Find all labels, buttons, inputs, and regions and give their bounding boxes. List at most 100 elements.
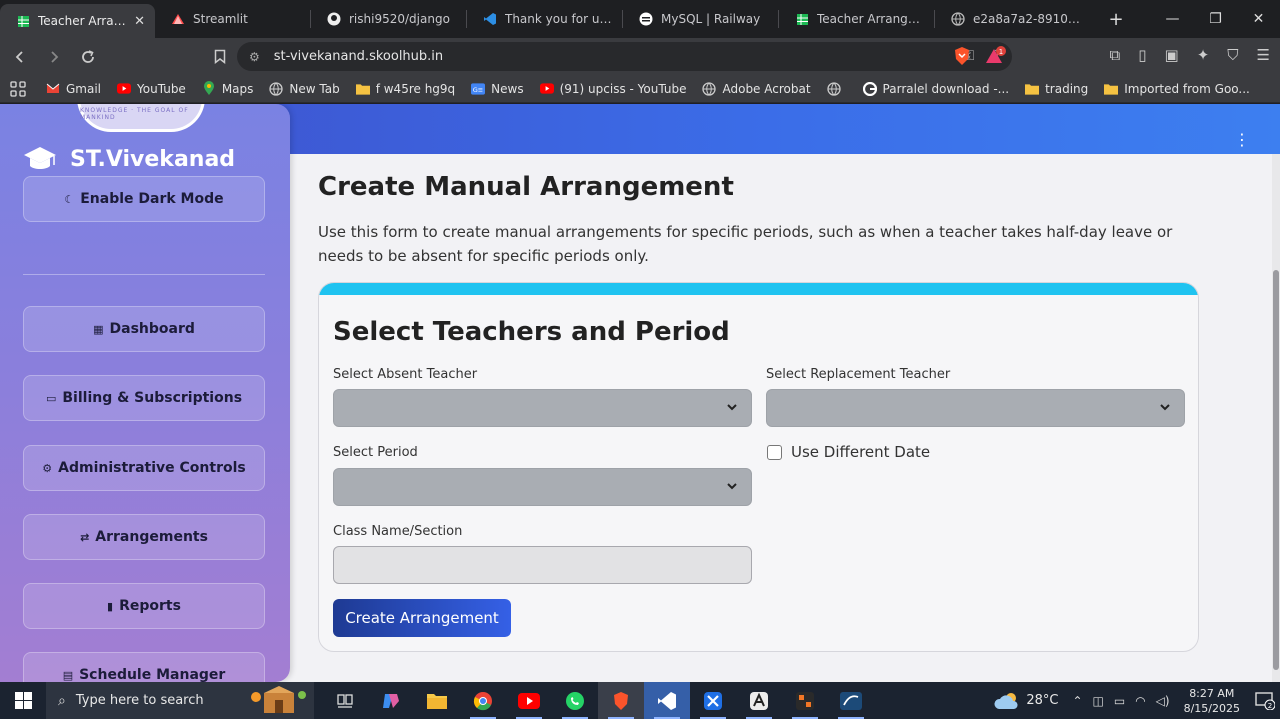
- different-date-checkbox[interactable]: [767, 444, 782, 460]
- chevron-down-icon: [727, 404, 737, 411]
- class-section-input[interactable]: [333, 546, 752, 584]
- close-icon[interactable]: ✕: [134, 14, 145, 29]
- bookmark-gmail[interactable]: Gmail: [46, 82, 101, 96]
- windows-start-icon[interactable]: [0, 682, 46, 719]
- forward-arrow-icon[interactable]: [40, 43, 68, 71]
- chrome-icon[interactable]: [460, 682, 506, 719]
- dark-mode-button[interactable]: ☾ Enable Dark Mode: [23, 176, 265, 222]
- back-arrow-icon[interactable]: [6, 43, 34, 71]
- battery-icon[interactable]: ▭: [1114, 694, 1125, 708]
- mysql-workbench-icon[interactable]: [828, 682, 874, 719]
- globe-icon: [826, 81, 841, 96]
- youtube-app-icon[interactable]: [506, 682, 552, 719]
- google-icon: [862, 81, 877, 96]
- admin-icon: ⚙: [42, 461, 53, 475]
- gmail-icon: [46, 82, 60, 96]
- brave-shields-icon[interactable]: [952, 46, 972, 66]
- reload-icon[interactable]: [74, 43, 102, 71]
- globe-icon: [702, 81, 717, 96]
- card-accent-bar: [319, 283, 1198, 295]
- new-tab-button[interactable]: +: [1104, 9, 1128, 30]
- main-content: Create Manual Arrangement Use this form …: [318, 172, 1218, 268]
- weather-widget[interactable]: 28°C: [994, 692, 1058, 710]
- tab-teacher-arrangement-2[interactable]: Teacher Arrangement: [779, 0, 934, 38]
- bookmark-maps[interactable]: Maps: [202, 81, 253, 96]
- menu-icon[interactable]: ☰: [1257, 46, 1270, 64]
- svg-text:2: 2: [1268, 702, 1272, 710]
- font-app-icon[interactable]: [736, 682, 782, 719]
- sidebar-item-billing[interactable]: ▭ Billing & Subscriptions: [23, 375, 265, 421]
- brave-rewards-icon[interactable]: 1: [985, 46, 1006, 66]
- news-icon: G≡: [471, 82, 486, 96]
- railway-icon: [639, 12, 653, 26]
- sparkle-icon[interactable]: ✦: [1197, 46, 1210, 64]
- restore-icon[interactable]: ❐: [1194, 0, 1237, 38]
- sidebar-item-admin[interactable]: ⚙ Administrative Controls: [23, 445, 265, 491]
- kebab-menu-icon[interactable]: ⋮: [1234, 132, 1250, 148]
- site-settings-icon[interactable]: ⚙: [249, 50, 260, 64]
- bookmark-icon[interactable]: [206, 43, 234, 71]
- bookmark-new-tab[interactable]: New Tab: [269, 82, 340, 96]
- brand-name: ST.Vivekanad: [70, 146, 236, 172]
- url-text: st-vivekanand.skoolhub.in: [273, 49, 444, 64]
- close-window-icon[interactable]: ✕: [1237, 0, 1280, 38]
- create-arrangement-button[interactable]: Create Arrangement: [333, 599, 511, 637]
- scrollbar-thumb[interactable]: [1273, 270, 1279, 670]
- bookmark-trading[interactable]: trading: [1025, 82, 1088, 96]
- task-view-icon[interactable]: [322, 682, 368, 719]
- page-description: Use this form to create manual arrangeme…: [318, 223, 1173, 265]
- tab-github[interactable]: rishi9520/django: [311, 0, 466, 38]
- tab-teacher-arrangement[interactable]: Teacher Arrangement ✕: [0, 4, 155, 38]
- absent-teacher-select[interactable]: [333, 389, 752, 427]
- sidebar-item-reports[interactable]: ▮ Reports: [23, 583, 265, 629]
- jupyter-app-icon[interactable]: [782, 682, 828, 719]
- wallet-icon[interactable]: ▣: [1165, 46, 1179, 64]
- sidebar: KNOWLEDGE · THE GOAL OF MANKIND ST.Vivek…: [0, 104, 290, 682]
- sidebar-item-dashboard[interactable]: ▦ Dashboard: [23, 306, 265, 352]
- globe-icon: [951, 12, 965, 26]
- bookmark-imported[interactable]: Imported from Goo...: [1104, 82, 1250, 96]
- period-select[interactable]: [333, 468, 752, 506]
- bookmark-youtube[interactable]: YouTube: [117, 82, 186, 96]
- bookmark-parralel-download[interactable]: Parralel download -...: [862, 81, 1009, 96]
- cloud-icon: [994, 692, 1018, 709]
- file-explorer-icon[interactable]: [414, 682, 460, 719]
- wifi-icon[interactable]: ◠: [1135, 694, 1145, 708]
- sidebar-item-arrangements[interactable]: ⇄ Arrangements: [23, 514, 265, 560]
- bookmark-news[interactable]: G≡ News: [471, 82, 524, 96]
- apps-grid-icon[interactable]: [10, 80, 26, 97]
- sidebar-item-schedule[interactable]: ▤ Schedule Manager: [23, 652, 265, 682]
- github-icon: [327, 12, 341, 26]
- arrangement-form-card: Select Teachers and Period Select Absent…: [318, 282, 1199, 652]
- tab-uuid[interactable]: e2a8a7a2-8910-413e: [935, 0, 1090, 38]
- minimize-icon[interactable]: —: [1151, 0, 1194, 38]
- tab-mysql-railway[interactable]: MySQL | Railway: [623, 0, 778, 38]
- url-bar[interactable]: ⚙ st-vivekanand.skoolhub.in ⚿ ⇪: [237, 42, 1012, 71]
- folder-icon: [1025, 82, 1040, 96]
- sidebar-divider: [23, 274, 265, 275]
- bookmark-untitled[interactable]: [826, 81, 847, 96]
- tab-streamlit[interactable]: Streamlit: [155, 0, 310, 38]
- chevron-up-icon[interactable]: ⌃: [1072, 694, 1082, 708]
- snipping-tool-icon[interactable]: [690, 682, 736, 719]
- notification-icon[interactable]: 2: [1250, 682, 1280, 719]
- brave-app-icon[interactable]: [598, 682, 644, 719]
- whatsapp-icon[interactable]: [552, 682, 598, 719]
- clock[interactable]: 8:27 AM 8/15/2025: [1184, 686, 1240, 716]
- meet-now-icon[interactable]: ◫: [1093, 694, 1104, 708]
- copilot-icon[interactable]: [368, 682, 414, 719]
- taskbar-search[interactable]: ⌕ Type here to search: [46, 682, 314, 719]
- chevron-down-icon: [727, 483, 737, 490]
- svg-text:G≡: G≡: [473, 85, 484, 93]
- tab-vscode-thanks[interactable]: Thank you for using M: [467, 0, 622, 38]
- leo-ai-icon[interactable]: ⧉: [1110, 46, 1121, 64]
- vscode-app-icon[interactable]: [644, 682, 690, 719]
- sidebar-toggle-icon[interactable]: ▯: [1138, 46, 1146, 64]
- bookmark-adobe-acrobat[interactable]: Adobe Acrobat: [702, 81, 811, 96]
- vpn-shield-icon[interactable]: ⛉: [1227, 46, 1238, 64]
- table-icon: [16, 14, 30, 28]
- bookmark-youtube-upciss[interactable]: (91) upciss - YouTube: [539, 82, 686, 96]
- replacement-teacher-select[interactable]: [766, 389, 1185, 427]
- volume-icon[interactable]: ◁): [1156, 694, 1170, 708]
- bookmark-folder-f[interactable]: f w45re hg9q: [355, 82, 455, 96]
